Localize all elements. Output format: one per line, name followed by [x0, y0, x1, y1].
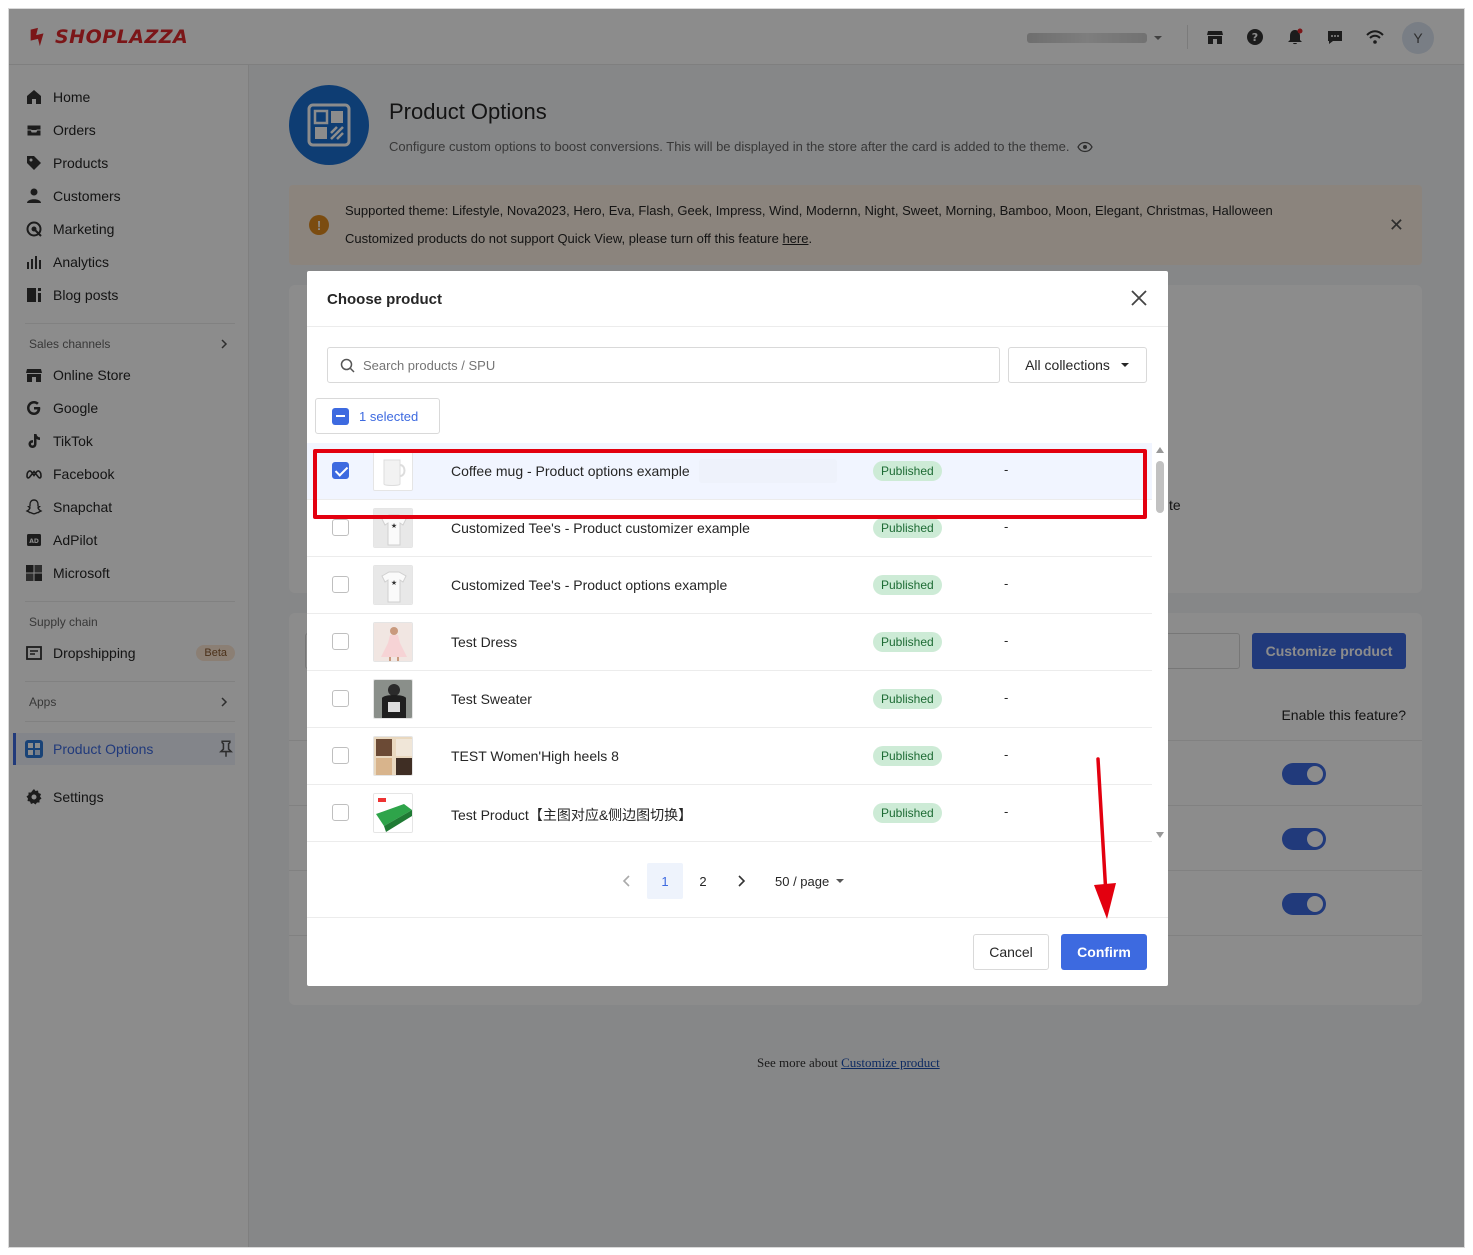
product-extra: - [1004, 633, 1009, 648]
list-scrollbar[interactable] [1154, 443, 1166, 842]
product-extra: - [1004, 462, 1009, 477]
page-button-2[interactable]: 2 [687, 863, 719, 899]
page-size-select[interactable]: 50 / page [775, 863, 845, 899]
product-thumbnail-mug [373, 451, 413, 491]
status-badge: Published [873, 746, 942, 766]
caret-down-icon [836, 879, 845, 883]
table-row[interactable]: ★ Customized Tee's - Product options exa… [307, 557, 1152, 614]
product-thumbnail-green-product [373, 793, 413, 833]
product-name: Coffee mug - Product options example [451, 463, 690, 479]
row-checkbox[interactable] [332, 633, 349, 650]
pagination: 1 2 50 / page [307, 863, 1168, 899]
chevron-left-icon[interactable] [615, 863, 639, 899]
product-thumbnail-sweater [373, 679, 413, 719]
table-row[interactable]: Test Dress Published - [307, 614, 1152, 671]
product-thumbnail-dress [373, 622, 413, 662]
svg-text:★: ★ [391, 579, 397, 587]
status-badge: Published [873, 575, 942, 595]
product-name: Test Dress [451, 634, 518, 650]
close-icon[interactable] [1128, 287, 1150, 309]
product-name: Customized Tee's - Product customizer ex… [451, 520, 750, 536]
status-badge: Published [873, 803, 942, 823]
svg-text:★: ★ [391, 522, 397, 530]
product-name: Customized Tee's - Product options examp… [451, 577, 728, 593]
scroll-thumb[interactable] [1156, 461, 1164, 513]
page-size-label: 50 / page [775, 873, 830, 889]
scroll-up-arrow-icon[interactable] [1156, 447, 1164, 453]
select-all-toggle[interactable]: 1 selected [315, 398, 440, 434]
page-button-current[interactable]: 1 [647, 863, 683, 899]
status-badge: Published [873, 461, 942, 481]
row-checkbox[interactable] [332, 690, 349, 707]
table-row[interactable]: Coffee mug - Product options example Pub… [307, 443, 1152, 500]
row-checkbox[interactable] [332, 576, 349, 593]
scroll-down-arrow-icon[interactable] [1156, 832, 1164, 838]
product-extra: - [1004, 690, 1009, 705]
table-row[interactable]: Test Product【主图对应&侧边图切换】 Published - [307, 785, 1152, 842]
row-checkbox[interactable] [332, 804, 349, 821]
product-thumbnail-tee: ★ [373, 508, 413, 548]
choose-product-dialog: Choose product All collections 1 selecte… [307, 271, 1168, 986]
chevron-right-icon[interactable] [729, 863, 753, 899]
app-window: SHOPLAZZA ? Y Home Orders Products Custo… [8, 8, 1465, 1248]
product-name: Test Sweater [451, 691, 532, 707]
status-badge: Published [873, 689, 942, 709]
product-name: TEST Women'High heels 8 [451, 748, 619, 764]
search-input[interactable] [363, 357, 963, 373]
product-extra: - [1004, 804, 1009, 819]
product-thumbnail-heels [373, 736, 413, 776]
product-thumbnail-tee: ★ [373, 565, 413, 605]
product-list: Coffee mug - Product options example Pub… [307, 443, 1152, 842]
dialog-title: Choose product [327, 291, 442, 308]
dialog-footer-divider [307, 917, 1168, 918]
indeterminate-checkbox[interactable] [332, 407, 349, 425]
product-extra: - [1004, 747, 1009, 762]
selected-count: 1 selected [359, 408, 419, 424]
status-badge: Published [873, 518, 942, 538]
confirm-button[interactable]: Confirm [1061, 934, 1147, 970]
row-checkbox[interactable] [332, 747, 349, 764]
product-extra: - [1004, 519, 1009, 534]
table-row[interactable]: ★ Customized Tee's - Product customizer … [307, 500, 1152, 557]
row-checkbox[interactable] [332, 519, 349, 536]
cancel-button[interactable]: Cancel [973, 934, 1049, 970]
row-checkbox[interactable] [332, 462, 349, 479]
table-row[interactable]: Test Sweater Published - [307, 671, 1152, 728]
collections-label: All collections [1025, 357, 1110, 373]
table-row[interactable]: TEST Women'High heels 8 Published - [307, 728, 1152, 785]
redacted-area [699, 459, 837, 483]
product-name: Test Product【主图对应&侧边图切换】 [451, 807, 693, 823]
search-icon [340, 358, 355, 373]
dialog-header: Choose product [307, 271, 1168, 327]
product-search-field[interactable] [327, 347, 1000, 383]
collections-dropdown[interactable]: All collections [1008, 347, 1147, 383]
caret-down-icon [1120, 363, 1129, 367]
status-badge: Published [873, 632, 942, 652]
product-extra: - [1004, 576, 1009, 591]
